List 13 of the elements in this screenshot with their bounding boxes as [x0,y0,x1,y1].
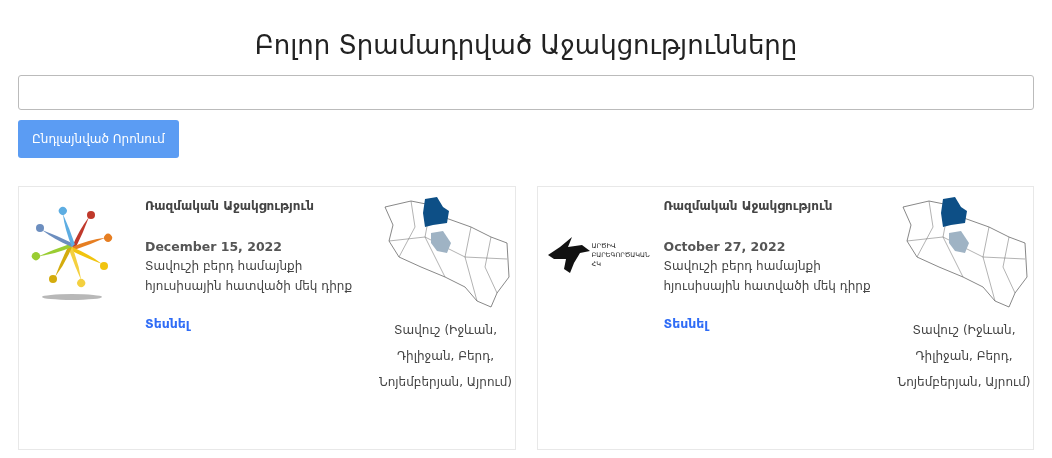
support-date: December 15, 2022 [145,239,282,254]
view-link[interactable]: Տեսնել [663,316,709,331]
location-text: Տավուշ (Իջևան, Դիլիջան, Բերդ, Նոյեմբերյան, Այրում) [896,322,1032,391]
location-text: Տավուշ (Իջևան, Դիլիջան, Բերդ, Նոյեմբերյան, Այրում) [378,322,513,391]
support-description: Տավուշի բերդ համայնքի հյուսիսային հատվածի մեկ դիրք [145,258,354,295]
view-link[interactable]: Տեսնել [145,316,190,331]
advanced-search-button[interactable]: Ընդլայնված Որոնում [18,120,179,158]
search-field[interactable] [18,75,1034,110]
support-category: Ռազմական Աջակցություն [145,199,314,213]
support-date: October 27, 2022 [663,239,786,254]
support-category: Ռազմական Աջակցություն [663,199,833,213]
page-title: Բոլոր Տրամադրված Աջակցությունները [253,29,799,62]
support-description: Տավուշի բերդ համայնքի հյուսիսային հատվածի մեկ դիրք [663,258,872,295]
